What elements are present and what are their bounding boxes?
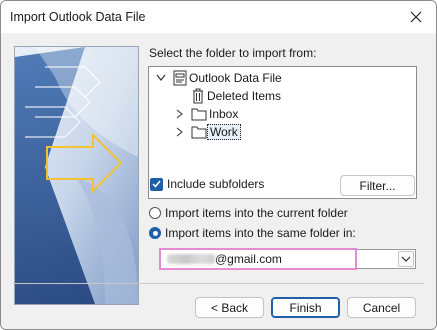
include-subfolders-label: Include subfolders xyxy=(167,177,265,191)
deleted-items-icon xyxy=(191,88,205,104)
radio-current-folder-indicator[interactable] xyxy=(149,207,161,219)
collapse-icon[interactable] xyxy=(156,73,166,83)
chevron-right-icon[interactable] xyxy=(175,109,185,119)
include-subfolders-row[interactable]: Include subfolders xyxy=(150,177,264,191)
import-dialog: Import Outlook Data File Select the fold… xyxy=(0,0,437,330)
combo-value-text: @gmail.com xyxy=(215,252,282,266)
window-title: Import Outlook Data File xyxy=(10,10,146,24)
chevron-down-icon xyxy=(401,256,411,262)
folder-icon xyxy=(191,107,207,121)
tree-node-label: Deleted Items xyxy=(207,89,282,103)
redacted-text xyxy=(167,254,215,264)
combo-dropdown-button[interactable] xyxy=(398,251,414,267)
wizard-banner-image xyxy=(14,46,139,305)
back-button[interactable]: < Back xyxy=(195,297,264,318)
dialog-body: Select the folder to import from: Outloo… xyxy=(1,33,436,329)
checkmark-icon xyxy=(152,180,161,188)
title-bar: Import Outlook Data File xyxy=(1,1,436,33)
radio-same-folder-label: Import items into the same folder in: xyxy=(165,226,356,240)
radio-same-folder-indicator[interactable] xyxy=(149,227,161,239)
tree-node-deleted-items[interactable]: Deleted Items xyxy=(191,87,283,105)
radio-current-folder-label: Import items into the current folder xyxy=(165,206,348,220)
tree-node-inbox[interactable]: Inbox xyxy=(191,105,240,123)
close-icon xyxy=(410,11,422,23)
tree-node-work[interactable]: Work xyxy=(191,123,241,141)
finish-button[interactable]: Finish xyxy=(271,297,340,318)
tree-node-label: Work xyxy=(207,124,241,140)
tree-node-label: Outlook Data File xyxy=(189,71,282,85)
tree-node-label: Inbox xyxy=(209,107,239,121)
include-subfolders-checkbox[interactable] xyxy=(150,177,163,191)
close-button[interactable] xyxy=(402,5,430,29)
instruction-label: Select the folder to import from: xyxy=(149,46,317,60)
folder-icon xyxy=(191,125,207,139)
chevron-right-icon[interactable] xyxy=(175,127,185,137)
outlook-data-file-icon xyxy=(173,70,187,86)
radio-same-folder[interactable]: Import items into the same folder in: xyxy=(149,226,356,240)
radio-current-folder[interactable]: Import items into the current folder xyxy=(149,206,348,220)
tree-node-root[interactable]: Outlook Data File xyxy=(173,69,284,87)
filter-button[interactable]: Filter... xyxy=(340,175,415,196)
separator xyxy=(13,283,424,284)
combo-value: @gmail.com xyxy=(159,248,357,270)
destination-account-combo[interactable]: @gmail.com xyxy=(159,248,416,270)
cancel-button[interactable]: Cancel xyxy=(347,297,416,318)
